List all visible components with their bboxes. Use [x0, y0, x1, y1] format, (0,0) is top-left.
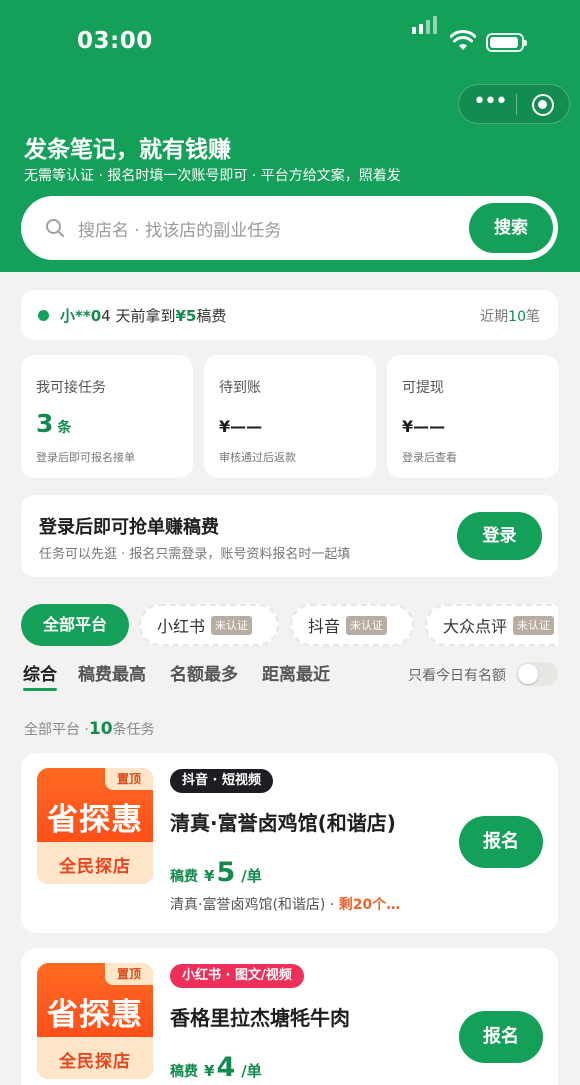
task-shop-info: 清真·富誉卤鸡馆(和谐店) · 剩20个… — [170, 897, 401, 913]
search-button[interactable]: 搜索 — [469, 203, 553, 253]
stat-value: 3条 — [36, 409, 72, 438]
stat-hint: 审核通过后返款 — [219, 451, 296, 464]
wifi-icon — [449, 30, 477, 56]
task-card[interactable]: 置顶 省探惠 全民探店 抖音 · 短视频 清真·富誉卤鸡馆(和谐店) 稿费 ¥5/… — [21, 753, 558, 933]
platform-filter: 全部平台 小红书 未认证 抖音 未认证 大众点评 未认证 — [21, 604, 558, 646]
stat-card-pending[interactable]: 待到账 ¥—— 审核通过后返款 — [204, 355, 376, 478]
task-title: 清真·富誉卤鸡馆(和谐店) — [170, 811, 396, 835]
ticker-amount: ¥5 — [175, 307, 197, 325]
search-icon — [45, 218, 65, 242]
task-fee: 稿费 ¥4/单 — [170, 1052, 262, 1083]
active-tab-underline — [23, 688, 57, 691]
status-time: 03:00 — [77, 28, 153, 54]
search-input[interactable]: 搜店名 · 找该店的副业任务 — [78, 216, 281, 241]
unverified-badge: 未认证 — [346, 616, 388, 635]
login-button[interactable]: 登录 — [457, 512, 542, 560]
logo-brand-text: 省探惠 — [47, 802, 143, 838]
task-count: 全部平台 ·10条任务 — [24, 719, 155, 739]
today-slots-label: 只看今日有名额 — [408, 668, 506, 684]
pinned-badge: 置顶 — [105, 963, 153, 985]
ticker-mid: 4 天前拿到 — [101, 307, 176, 325]
ticker-user: 小**0 — [60, 307, 102, 325]
chip-douyin[interactable]: 抖音 未认证 — [290, 604, 414, 646]
stat-value: ¥—— — [402, 417, 446, 436]
brand-logo: 置顶 省探惠 全民探店 — [37, 963, 153, 1079]
search-bar[interactable]: 搜店名 · 找该店的副业任务 搜索 — [21, 196, 558, 260]
sort-tab-most-slots[interactable]: 名额最多 — [170, 660, 238, 685]
stat-label: 我可接任务 — [36, 380, 106, 396]
more-dots-icon[interactable]: ••• — [473, 91, 508, 116]
hero-title: 发条笔记，就有钱赚 — [24, 137, 231, 163]
brand-logo: 置顶 省探惠 全民探店 — [37, 768, 153, 884]
platform-tag: 抖音 · 短视频 — [170, 769, 273, 793]
logo-slogan: 全民探店 — [59, 857, 131, 877]
stat-hint: 登录后即可报名接单 — [36, 451, 135, 464]
login-card-title: 登录后即可抢单赚稿费 — [39, 517, 219, 538]
logo-brand-text: 省探惠 — [47, 997, 143, 1033]
chip-dianping[interactable]: 大众点评 未认证 — [425, 604, 558, 646]
today-slots-toggle[interactable] — [516, 662, 558, 686]
mini-program-capsule: ••• — [458, 84, 570, 124]
target-circle-icon[interactable] — [532, 94, 554, 116]
stat-label: 可提现 — [402, 380, 444, 396]
login-prompt-card: 登录后即可抢单赚稿费 任务可以先逛 · 报名只需登录，账号资料报名时一起填 登录 — [21, 495, 558, 577]
live-dot-icon — [38, 310, 49, 321]
unverified-badge: 未认证 — [211, 616, 253, 635]
apply-button[interactable]: 报名 — [459, 816, 543, 868]
stat-card-withdrawable[interactable]: 可提现 ¥—— 登录后查看 — [387, 355, 559, 478]
logo-slogan: 全民探店 — [59, 1052, 131, 1072]
sort-tab-highest-fee[interactable]: 稿费最高 — [78, 660, 146, 685]
sort-tab-overall[interactable]: 综合 — [23, 660, 57, 685]
task-fee: 稿费 ¥5/单 — [170, 857, 262, 888]
remaining-slots: 剩20个… — [338, 897, 401, 913]
pinned-badge: 置顶 — [105, 768, 153, 790]
ticker-message: 小**04 天前拿到¥5稿费 — [60, 305, 226, 326]
hero-header: 03:00 ••• 发条笔记，就有钱赚 无需等认证 · 报名时填一次账号即可 ·… — [0, 0, 580, 272]
sort-tabs: 综合 稿费最高 名额最多 距离最近 只看今日有名额 — [21, 660, 558, 694]
sort-tab-nearest[interactable]: 距离最近 — [262, 660, 330, 685]
chip-xiaohongshu[interactable]: 小红书 未认证 — [139, 604, 279, 646]
platform-tag: 小红书 · 图文/视频 — [170, 964, 304, 988]
task-title: 香格里拉杰塘牦牛肉 — [170, 1006, 350, 1030]
unverified-badge: 未认证 — [513, 616, 555, 635]
ticker-recent: 近期10笔 — [480, 309, 540, 325]
capsule-divider — [516, 94, 517, 115]
stat-value: ¥—— — [219, 417, 263, 436]
status-bar: 03:00 — [0, 0, 580, 86]
stat-hint: 登录后查看 — [402, 451, 457, 464]
chip-all-platforms[interactable]: 全部平台 — [21, 604, 129, 646]
stat-label: 待到账 — [219, 380, 261, 396]
apply-button[interactable]: 报名 — [459, 1011, 543, 1063]
earnings-ticker: 小**04 天前拿到¥5稿费 近期10笔 — [21, 290, 558, 340]
ticker-end: 稿费 — [196, 307, 227, 325]
login-card-subtitle: 任务可以先逛 · 报名只需登录，账号资料报名时一起填 — [39, 547, 351, 562]
stat-card-available-tasks[interactable]: 我可接任务 3条 登录后即可报名接单 — [21, 355, 193, 478]
hero-subtitle: 无需等认证 · 报名时填一次账号即可 · 平台方给文案，照着发 — [24, 168, 401, 184]
task-card[interactable]: 置顶 省探惠 全民探店 小红书 · 图文/视频 香格里拉杰塘牦牛肉 稿费 ¥4/单… — [21, 948, 558, 1085]
battery-icon — [486, 33, 527, 52]
